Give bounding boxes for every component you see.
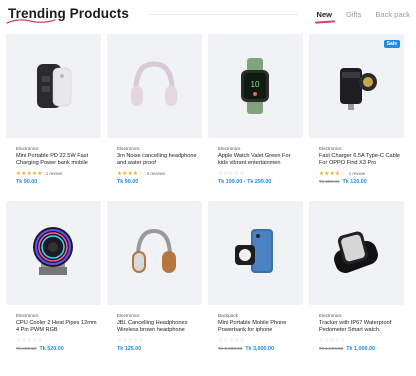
product-image[interactable]	[107, 201, 202, 305]
rating-stars: ★★★★☆	[319, 171, 346, 177]
product-rating: ★★★★☆ 2 reviews	[117, 171, 165, 177]
star-icon: ☆	[340, 171, 346, 177]
product-rating: ★★★★☆ 1 review	[319, 171, 365, 177]
old-price: Tk 1,500.00	[319, 346, 344, 351]
rating-stars: ☆☆☆☆☆	[319, 338, 346, 344]
product-price: Tk 125.00	[117, 346, 141, 352]
tab-new[interactable]: New	[317, 10, 332, 19]
product-card[interactable]: Sale Electronics Fast Charger 6.5A Type-C …	[309, 34, 404, 197]
product-card[interactable]: Electronics Mini Portable PD 22.5W Fast C…	[6, 34, 101, 197]
current-price: Tk 3,000.00	[245, 346, 275, 352]
section-header: Trending Products New Gifts Back pack	[0, 0, 416, 30]
rating-stars: ★★★★☆	[117, 171, 144, 177]
review-count: 1 review	[348, 171, 366, 176]
product-price: Tk 900.00 Tk 520.00	[16, 346, 64, 352]
rating-stars: ☆☆☆☆☆	[218, 171, 245, 177]
product-category[interactable]: Backpack	[218, 313, 238, 318]
product-rating: ☆☆☆☆☆	[16, 338, 43, 344]
product-category[interactable]: Electronics	[319, 313, 341, 318]
rating-stars: ★★★★★	[16, 171, 43, 177]
product-category[interactable]: Electronics	[16, 146, 38, 151]
star-icon: ☆	[37, 338, 43, 344]
current-price: Tk 90.00	[117, 179, 139, 185]
product-price: Tk 199.00 - Tk 299.00	[218, 179, 271, 185]
product-price: Tk 2,000.00 Tk 3,000.00	[218, 346, 274, 352]
product-image[interactable]	[6, 201, 101, 305]
product-card[interactable]: Electronics CPU Cooler 2 Heat Pipes 12mm …	[6, 201, 101, 364]
product-image[interactable]	[208, 201, 303, 305]
current-price: Tk 90.00	[16, 179, 38, 185]
product-image[interactable]: 10	[208, 34, 303, 138]
product-card[interactable]: Electronics Tracker with IP67 Waterproof …	[309, 201, 404, 364]
current-price: Tk 125.00	[117, 346, 142, 352]
product-card[interactable]: Electronics 3m Noise cancelling headphone…	[107, 34, 202, 197]
product-category[interactable]: Electronics	[117, 313, 139, 318]
star-icon: ☆	[138, 171, 144, 177]
product-name[interactable]: Mini Portable Mobile Phone Powerbank for…	[218, 320, 300, 335]
star-icon: ★	[37, 171, 43, 177]
product-name[interactable]: Apple Watch Valet Green For kids vibrant…	[218, 153, 300, 168]
product-category[interactable]: Electronics	[117, 146, 139, 151]
cpu-cooler-icon	[33, 227, 73, 275]
power-bank-icon	[37, 64, 72, 108]
product-name[interactable]: JBL Cancelling Headphones Wireless brown…	[117, 320, 199, 335]
current-price: Tk 1,000.00	[346, 346, 376, 352]
product-image[interactable]	[6, 34, 101, 138]
current-price: Tk 520.00	[39, 346, 64, 352]
product-card[interactable]: Backpack Mini Portable Mobile Phone Power…	[208, 201, 303, 364]
product-rating: ☆☆☆☆☆	[319, 338, 346, 344]
product-filter-tabs: New Gifts Back pack	[303, 10, 410, 19]
product-price: Tk 1,500.00 Tk 1,000.00	[319, 346, 375, 352]
product-image[interactable]	[309, 201, 404, 305]
current-price: Tk 120.00	[342, 179, 367, 185]
rating-stars: ☆☆☆☆☆	[117, 338, 144, 344]
star-icon: ☆	[340, 338, 346, 344]
headphones-brown-icon	[132, 228, 176, 273]
review-count: 2 reviews	[146, 171, 166, 176]
star-icon: ☆	[239, 338, 245, 344]
product-price: Tk 500.00 Tk 120.00	[319, 179, 367, 185]
old-price: Tk 500.00	[319, 179, 340, 184]
product-name[interactable]: Fast Charger 6.5A Type-C Cable For OPPO …	[319, 153, 401, 168]
old-price: Tk 2,000.00	[218, 346, 243, 351]
header-divider	[148, 14, 298, 15]
car-charger-icon	[340, 68, 377, 110]
tab-gifts[interactable]: Gifts	[346, 10, 361, 19]
old-price: Tk 900.00	[16, 346, 37, 351]
product-rating: ★★★★★ 1 review	[16, 171, 62, 177]
product-rating: ☆☆☆☆☆	[218, 338, 245, 344]
sale-badge: Sale	[383, 40, 400, 48]
product-rating: ☆☆☆☆☆	[218, 171, 245, 177]
product-card[interactable]: Electronics JBL Cancelling Headphones Wir…	[107, 201, 202, 364]
product-rating: ☆☆☆☆☆	[117, 338, 144, 344]
svg-text:10: 10	[251, 80, 260, 89]
product-price: Tk 90.00	[117, 179, 138, 185]
star-icon: ☆	[138, 338, 144, 344]
product-price: Tk 90.00	[16, 179, 37, 185]
current-price: Tk 199.00 - Tk 299.00	[218, 179, 272, 185]
review-count: 1 review	[45, 171, 63, 176]
black-smartwatch-icon	[334, 231, 378, 273]
product-name[interactable]: Tracker with IP67 Waterproof Pedometer S…	[319, 320, 401, 335]
product-card[interactable]: 10 Electronics Apple Watch Valet Green For…	[208, 34, 303, 197]
product-name[interactable]: 3m Noise cancelling headphone and water …	[117, 153, 199, 168]
product-name[interactable]: Mini Portable PD 22.5W Fast Charging Pow…	[16, 153, 98, 168]
title-underline-swoosh	[6, 19, 56, 24]
tab-back-pack[interactable]: Back pack	[375, 10, 410, 19]
rating-stars: ☆☆☆☆☆	[16, 338, 43, 344]
product-image[interactable]: Sale	[309, 34, 404, 138]
star-icon: ☆	[239, 171, 245, 177]
phone-powerbank-icon	[235, 229, 273, 273]
headphones-icon	[131, 61, 177, 106]
product-category[interactable]: Electronics	[16, 313, 38, 318]
smartwatch-icon: 10	[241, 58, 269, 114]
product-name[interactable]: CPU Cooler 2 Heat Pipes 12mm 4 Pin PWM R…	[16, 320, 98, 335]
product-category[interactable]: Electronics	[218, 146, 240, 151]
product-category[interactable]: Electronics	[319, 146, 341, 151]
product-image[interactable]	[107, 34, 202, 138]
rating-stars: ☆☆☆☆☆	[218, 338, 245, 344]
